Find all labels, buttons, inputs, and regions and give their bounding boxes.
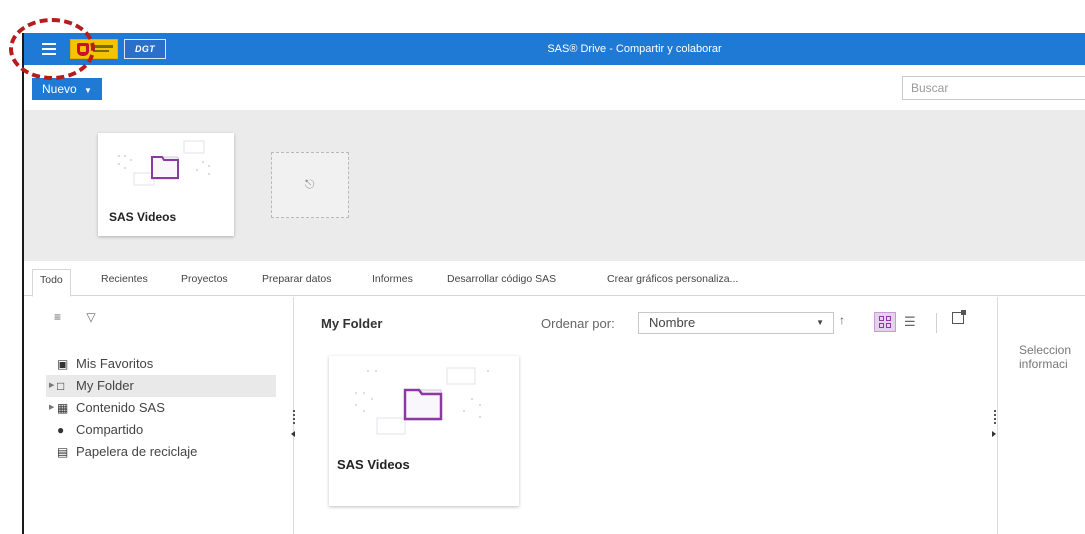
nav-item-label: My Folder	[76, 378, 134, 393]
navigation-pane: ≡ ▽ ▣ Mis Favoritos ▶ □ My Folder ▶ ▦ Co…	[24, 297, 294, 534]
nav-item-compartido[interactable]: ● Compartido	[46, 419, 276, 441]
new-button-label: Nuevo	[42, 82, 77, 96]
quick-access-card[interactable]: SAS Videos	[98, 133, 234, 236]
category-tabs: Todo Recientes Proyectos Preparar datos …	[24, 261, 1085, 297]
nav-item-favoritos[interactable]: ▣ Mis Favoritos	[46, 353, 276, 375]
quick-access-panel: SAS Videos ⎋	[24, 110, 1085, 261]
chevron-down-icon: ▼	[816, 318, 824, 327]
app-header: DGT SAS® Drive - Compartir y colaborar	[24, 33, 1085, 65]
favorites-folder-icon: ▣	[57, 357, 69, 371]
folder-thumbnail-icon	[355, 367, 489, 435]
folder-thumbnail-icon	[118, 140, 210, 186]
navigation-tools: ≡ ▽	[54, 310, 118, 324]
details-pane: Seleccion informaci	[997, 297, 1085, 534]
collapse-navigation-handle[interactable]	[291, 410, 297, 450]
app-title: SAS® Drive - Compartir y colaborar	[547, 43, 722, 55]
tab-todo[interactable]: Todo	[32, 269, 71, 297]
sort-label: Ordenar por:	[541, 316, 615, 331]
tree-view-icon[interactable]: ≡	[54, 310, 61, 324]
tab-desarrollar-codigo[interactable]: Desarrollar código SAS	[440, 269, 563, 296]
sas-drive-window: DGT SAS® Drive - Compartir y colaborar N…	[22, 33, 1085, 534]
chevron-down-icon: ▼	[84, 86, 92, 95]
card-label: SAS Videos	[109, 210, 177, 224]
folder-title: My Folder	[321, 316, 383, 331]
add-to-quick-access-button[interactable]: ⎋	[271, 152, 349, 218]
upload-icon[interactable]	[952, 310, 966, 324]
expand-arrow-icon[interactable]: ▶	[49, 397, 54, 419]
card-label: SAS Videos	[337, 457, 410, 472]
trash-icon: ▤	[57, 445, 69, 459]
details-hint-line: Seleccion	[1019, 343, 1072, 357]
nav-item-label: Mis Favoritos	[76, 356, 154, 371]
toolbar-divider	[936, 313, 937, 333]
sort-direction-icon[interactable]: ↑	[839, 313, 845, 327]
navigation-tree: ▣ Mis Favoritos ▶ □ My Folder ▶ ▦ Conten…	[46, 353, 276, 463]
search-input[interactable]	[902, 76, 1085, 100]
nav-item-my-folder[interactable]: ▶ □ My Folder	[46, 375, 276, 397]
file-card[interactable]: SAS Videos	[329, 356, 519, 506]
sort-select[interactable]: Nombre ▼	[638, 312, 834, 334]
details-hint-line: informaci	[1019, 357, 1068, 371]
nav-item-papelera[interactable]: ▤ Papelera de reciclaje	[46, 441, 276, 463]
tab-crear-graficos[interactable]: Crear gráficos personaliza...	[600, 269, 745, 296]
filter-icon[interactable]: ▽	[86, 310, 95, 324]
details-hint: Seleccion informaci	[1019, 343, 1071, 371]
folder-icon: □	[57, 379, 65, 393]
nav-item-label: Papelera de reciclaje	[76, 444, 198, 459]
tab-informes[interactable]: Informes	[365, 269, 420, 296]
add-lightbulb-icon: ⎋	[305, 177, 315, 191]
nav-item-label: Contenido SAS	[76, 400, 165, 415]
tab-proyectos[interactable]: Proyectos	[174, 269, 235, 296]
nav-item-contenido-sas[interactable]: ▶ ▦ Contenido SAS	[46, 397, 276, 419]
content-folder-icon: ▦	[57, 401, 69, 415]
collapse-right-icon	[992, 431, 996, 437]
grid-view-icon[interactable]	[874, 312, 896, 332]
tab-preparar-datos[interactable]: Preparar datos	[255, 269, 338, 296]
list-view-icon[interactable]: ☰	[904, 314, 916, 330]
sort-value: Nombre	[649, 315, 696, 330]
collapse-left-icon	[291, 431, 295, 437]
tab-recientes[interactable]: Recientes	[94, 269, 155, 296]
nav-item-label: Compartido	[76, 422, 144, 437]
shared-users-icon: ●	[57, 423, 65, 437]
new-button[interactable]: Nuevo ▼	[32, 78, 102, 100]
expand-arrow-icon[interactable]: ▶	[49, 375, 54, 397]
